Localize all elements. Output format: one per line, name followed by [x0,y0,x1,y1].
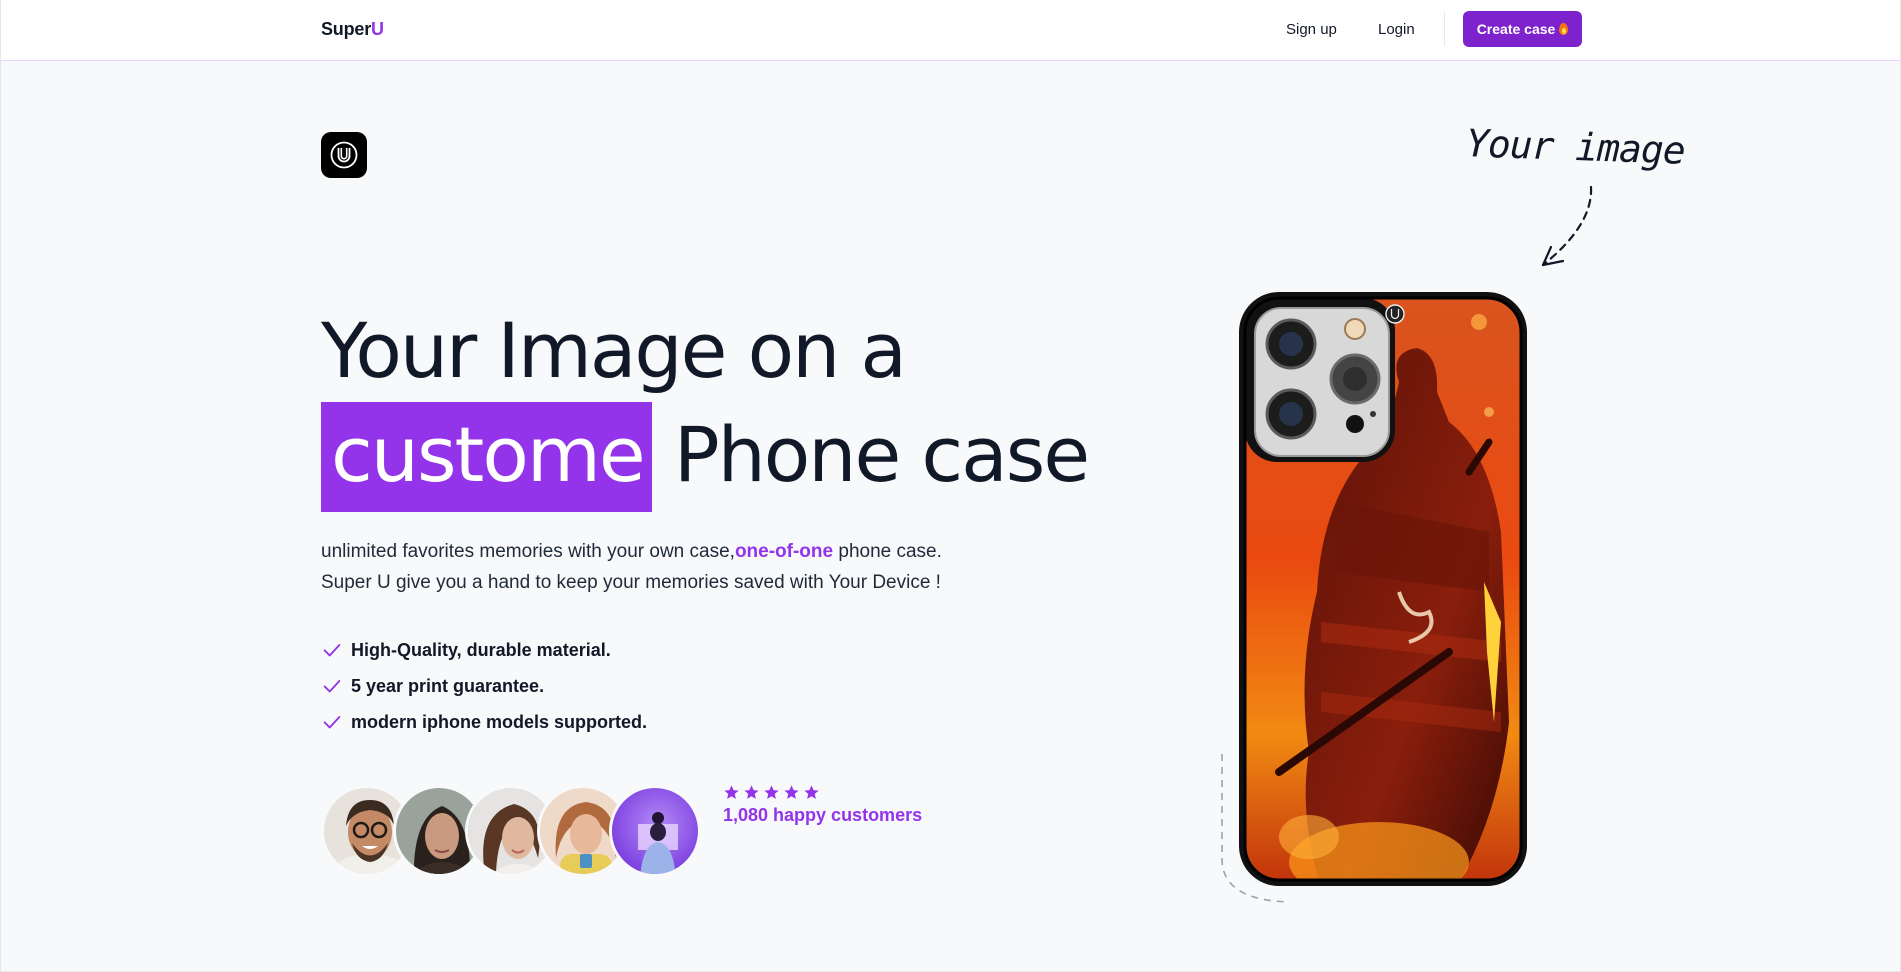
your-image-annotation: Your image [1465,121,1686,173]
feature-item: High-Quality, durable material. [321,632,647,668]
curved-arrow-icon [1541,185,1593,267]
lead-emphasis: one-of-one [734,541,834,562]
hero-title-line1: Your Image on a [321,306,907,395]
hero-title-rest: Phone case [673,410,1090,499]
reviews: 1,080 happy customers [723,784,922,826]
star-icon [724,785,739,799]
feature-text: High-Quality, durable material. [351,639,611,660]
hero-title: Your Image on a custome Phone case [321,300,1121,512]
create-case-button[interactable]: Create case [1463,11,1582,47]
brand-accent: U [371,19,384,39]
superu-logo-icon [321,132,367,178]
brand-main: Super [321,19,372,39]
customer-avatars [321,785,701,877]
star-icon [804,785,819,799]
fire-icon [1559,23,1569,35]
landing-page: SuperU Sign up Login Create case Your Im… [0,0,1901,972]
check-icon [323,716,341,729]
check-icon [323,644,341,657]
navbar: SuperU Sign up Login Create case [1,0,1900,61]
lead-part1: unlimited favorites memories with your o… [321,541,735,562]
feature-item: 5 year print guarantee. [321,668,647,704]
lead-part2: phone case. [833,541,942,562]
brand-logo[interactable]: SuperU [321,19,384,40]
create-case-label: Create case [1476,21,1556,37]
feature-text: 5 year print guarantee. [351,675,545,696]
lead-line2: Super U give you a hand to keep your mem… [321,572,941,593]
hero-title-highlight: custome [321,402,652,512]
hero-description: unlimited favorites memories with your o… [321,536,1041,598]
star-icon [744,785,759,799]
nav-divider [1444,12,1445,46]
star-rating [723,784,922,801]
avatar [609,785,701,877]
star-icon [764,785,779,799]
happy-customers-count: 1,080 happy customers [723,805,923,825]
feature-list: High-Quality, durable material. 5 year p… [321,632,647,740]
login-link[interactable]: Login [1378,21,1415,38]
check-icon [323,680,341,693]
feature-text: modern iphone models supported. [351,711,648,732]
signup-link[interactable]: Sign up [1286,21,1337,38]
star-icon [784,785,799,799]
phone-case-preview [1237,292,1529,886]
feature-item: modern iphone models supported. [321,704,647,740]
